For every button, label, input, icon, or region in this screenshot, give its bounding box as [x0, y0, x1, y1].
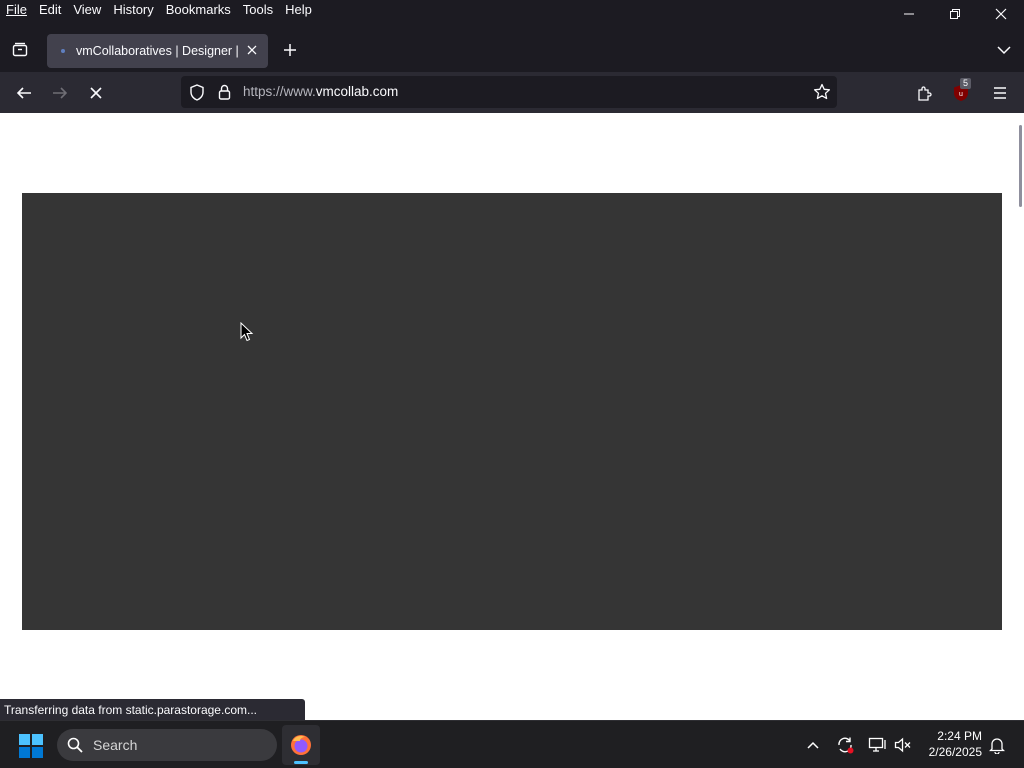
mouse-pointer-icon — [240, 321, 254, 347]
volume-muted-icon[interactable] — [892, 734, 914, 756]
menu-help[interactable]: Help — [279, 0, 318, 22]
notifications-button[interactable] — [986, 734, 1008, 756]
svg-text:u: u — [959, 91, 963, 98]
firefox-view-icon — [12, 42, 28, 57]
lock-icon[interactable] — [216, 83, 232, 101]
taskbar-search-box[interactable]: Search — [57, 729, 277, 761]
menu-bookmarks[interactable]: Bookmarks — [160, 0, 237, 22]
tab-bar: vmCollaboratives | Designer | W — [0, 28, 1024, 72]
search-icon — [67, 737, 83, 753]
menu-view[interactable]: View — [67, 0, 107, 22]
menu-history[interactable]: History — [107, 0, 159, 22]
start-button[interactable] — [18, 733, 44, 759]
vertical-scrollbar[interactable] — [1014, 113, 1024, 720]
back-arrow-icon — [16, 87, 31, 99]
minimize-icon — [904, 13, 914, 15]
tab-title: vmCollaboratives | Designer | W — [76, 44, 242, 58]
minimize-button[interactable] — [886, 0, 932, 28]
loading-hero-section — [22, 193, 1002, 630]
star-icon — [813, 83, 831, 100]
firefox-icon — [291, 735, 311, 755]
plus-icon — [284, 44, 296, 56]
extension-badge-count: 5 — [960, 78, 972, 89]
menu-file[interactable]: File — [0, 0, 33, 22]
clock-time: 2:24 PM — [937, 729, 982, 743]
menu-tools[interactable]: Tools — [237, 0, 279, 22]
windows-taskbar: Search 2:24 PM 2/26/2025 — [0, 720, 1024, 768]
ublock-extension-button[interactable]: u 5 — [946, 78, 976, 108]
tracking-protection-icon[interactable] — [188, 83, 206, 101]
puzzle-icon — [917, 85, 932, 101]
restore-icon — [950, 9, 960, 19]
tab-close-button[interactable] — [244, 42, 260, 58]
new-tab-button[interactable] — [279, 39, 301, 61]
app-menu-button[interactable] — [985, 78, 1015, 108]
navigation-toolbar: https://www.vmcollab.com u 5 — [0, 72, 1024, 113]
extensions-button[interactable] — [909, 78, 939, 108]
system-clock[interactable]: 2:24 PM 2/26/2025 — [912, 728, 982, 760]
close-icon — [247, 45, 257, 55]
status-panel: Transferring data from static.parastorag… — [0, 699, 305, 721]
address-bar[interactable]: https://www.vmcollab.com — [181, 76, 837, 108]
bookmark-star-button[interactable] — [812, 82, 832, 102]
menu-edit[interactable]: Edit — [33, 0, 67, 22]
active-app-indicator — [294, 761, 308, 764]
close-icon — [995, 8, 1007, 20]
taskbar-firefox-button[interactable] — [282, 725, 320, 765]
close-window-button[interactable] — [978, 0, 1024, 28]
sync-status-icon[interactable] — [834, 734, 856, 756]
list-all-tabs-button[interactable] — [992, 39, 1016, 61]
show-hidden-icons-button[interactable] — [803, 735, 823, 755]
network-icon[interactable] — [866, 734, 888, 756]
url-text: https://www.vmcollab.com — [243, 84, 399, 99]
restore-button[interactable] — [932, 0, 978, 28]
forward-button[interactable] — [45, 78, 75, 108]
scrollbar-thumb[interactable] — [1019, 125, 1022, 207]
web-content[interactable] — [0, 113, 1024, 720]
windows-logo-icon — [19, 734, 43, 758]
tab-vmcollab[interactable]: vmCollaboratives | Designer | W — [47, 34, 268, 68]
window-controls — [886, 0, 1024, 28]
hamburger-menu-icon — [994, 87, 1006, 99]
firefox-view-button[interactable] — [8, 38, 32, 62]
search-label: Search — [93, 737, 138, 753]
loading-favicon-icon — [57, 45, 69, 57]
back-button[interactable] — [9, 78, 39, 108]
stop-button[interactable] — [81, 78, 111, 108]
chevron-down-icon — [997, 46, 1011, 55]
bell-icon — [989, 738, 1005, 754]
stop-icon — [90, 87, 102, 99]
forward-arrow-icon — [53, 87, 68, 99]
chevron-up-icon — [807, 741, 819, 749]
clock-date: 2/26/2025 — [928, 745, 982, 759]
menu-bar: File Edit View History Bookmarks Tools H… — [0, 0, 1024, 22]
